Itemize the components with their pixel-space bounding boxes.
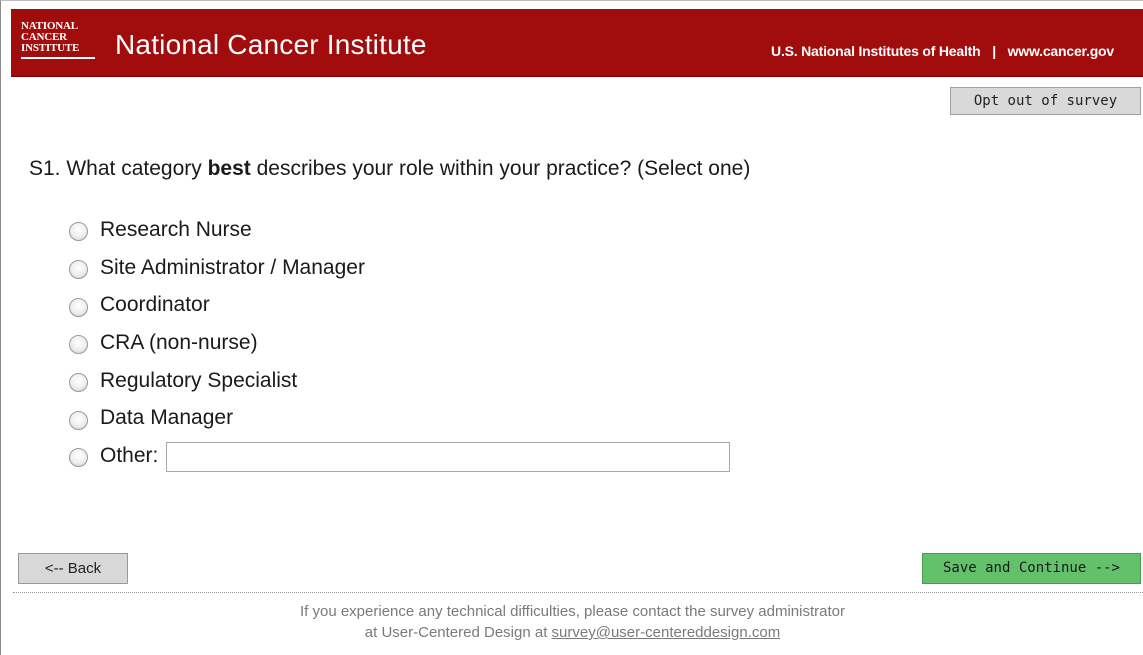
support-email-link[interactable]: survey@user-centereddesign.com <box>552 624 781 641</box>
other-text-field[interactable] <box>166 441 731 472</box>
radio-button[interactable] <box>69 373 88 393</box>
save-and-continue-button[interactable]: Save and Continue --> <box>922 553 1141 584</box>
option-research-nurse[interactable]: Research Nurse <box>69 211 730 249</box>
option-site-administrator[interactable]: Site Administrator / Manager <box>69 249 730 287</box>
footer-line-2: at User-Centered Design at survey@user-c… <box>1 622 1143 643</box>
header-links: U.S. National Institutes of Health | www… <box>771 43 1114 59</box>
header-link-separator: | <box>992 43 996 59</box>
footer-line-2-prefix: at User-Centered Design at <box>364 624 552 641</box>
radio-button[interactable] <box>69 297 88 317</box>
footer: If you experience any technical difficul… <box>1 601 1143 643</box>
option-label: Coordinator <box>100 293 210 317</box>
logo-underline <box>21 57 95 59</box>
question-text: S1. What category best describes your ro… <box>29 157 750 181</box>
radio-button[interactable] <box>69 410 88 430</box>
option-label: CRA (non-nurse) <box>100 330 258 354</box>
option-label: Data Manager <box>100 406 234 430</box>
option-label: Research Nurse <box>100 217 252 241</box>
radio-button[interactable] <box>69 448 88 468</box>
question-prefix: S1. What category <box>29 157 208 180</box>
radio-button[interactable] <box>69 335 88 355</box>
page-frame: NATIONAL CANCER INSTITUTE National Cance… <box>0 0 1143 655</box>
option-label: Site Administrator / Manager <box>100 255 365 279</box>
question-emphasis: best <box>207 157 251 180</box>
radio-button[interactable] <box>69 222 88 242</box>
site-title[interactable]: National Cancer Institute <box>115 29 427 61</box>
option-data-manager[interactable]: Data Manager <box>69 399 730 437</box>
footer-line-1: If you experience any technical difficul… <box>299 603 845 620</box>
back-button[interactable]: <-- Back <box>18 553 128 584</box>
option-label: Other: <box>100 443 159 467</box>
nci-logo[interactable]: NATIONAL CANCER INSTITUTE <box>21 21 97 67</box>
site-header: NATIONAL CANCER INSTITUTE National Cance… <box>11 9 1143 77</box>
question-suffix: describes your role within your practice… <box>250 157 751 180</box>
role-options: Research Nurse Site Administrator / Mana… <box>69 211 731 475</box>
footer-divider <box>13 592 1143 593</box>
radio-button[interactable] <box>69 260 88 280</box>
opt-out-button[interactable]: Opt out of survey <box>950 87 1141 115</box>
logo-line-3: INSTITUTE <box>21 42 80 54</box>
option-coordinator[interactable]: Coordinator <box>69 286 730 324</box>
option-label: Regulatory Specialist <box>100 368 298 392</box>
cancer-gov-link[interactable]: www.cancer.gov <box>1008 43 1115 59</box>
option-regulatory-specialist[interactable]: Regulatory Specialist <box>69 362 730 400</box>
nih-link[interactable]: U.S. National Institutes of Health <box>771 43 981 59</box>
option-other[interactable]: Other: <box>69 437 731 475</box>
option-cra[interactable]: CRA (non-nurse) <box>69 324 730 362</box>
